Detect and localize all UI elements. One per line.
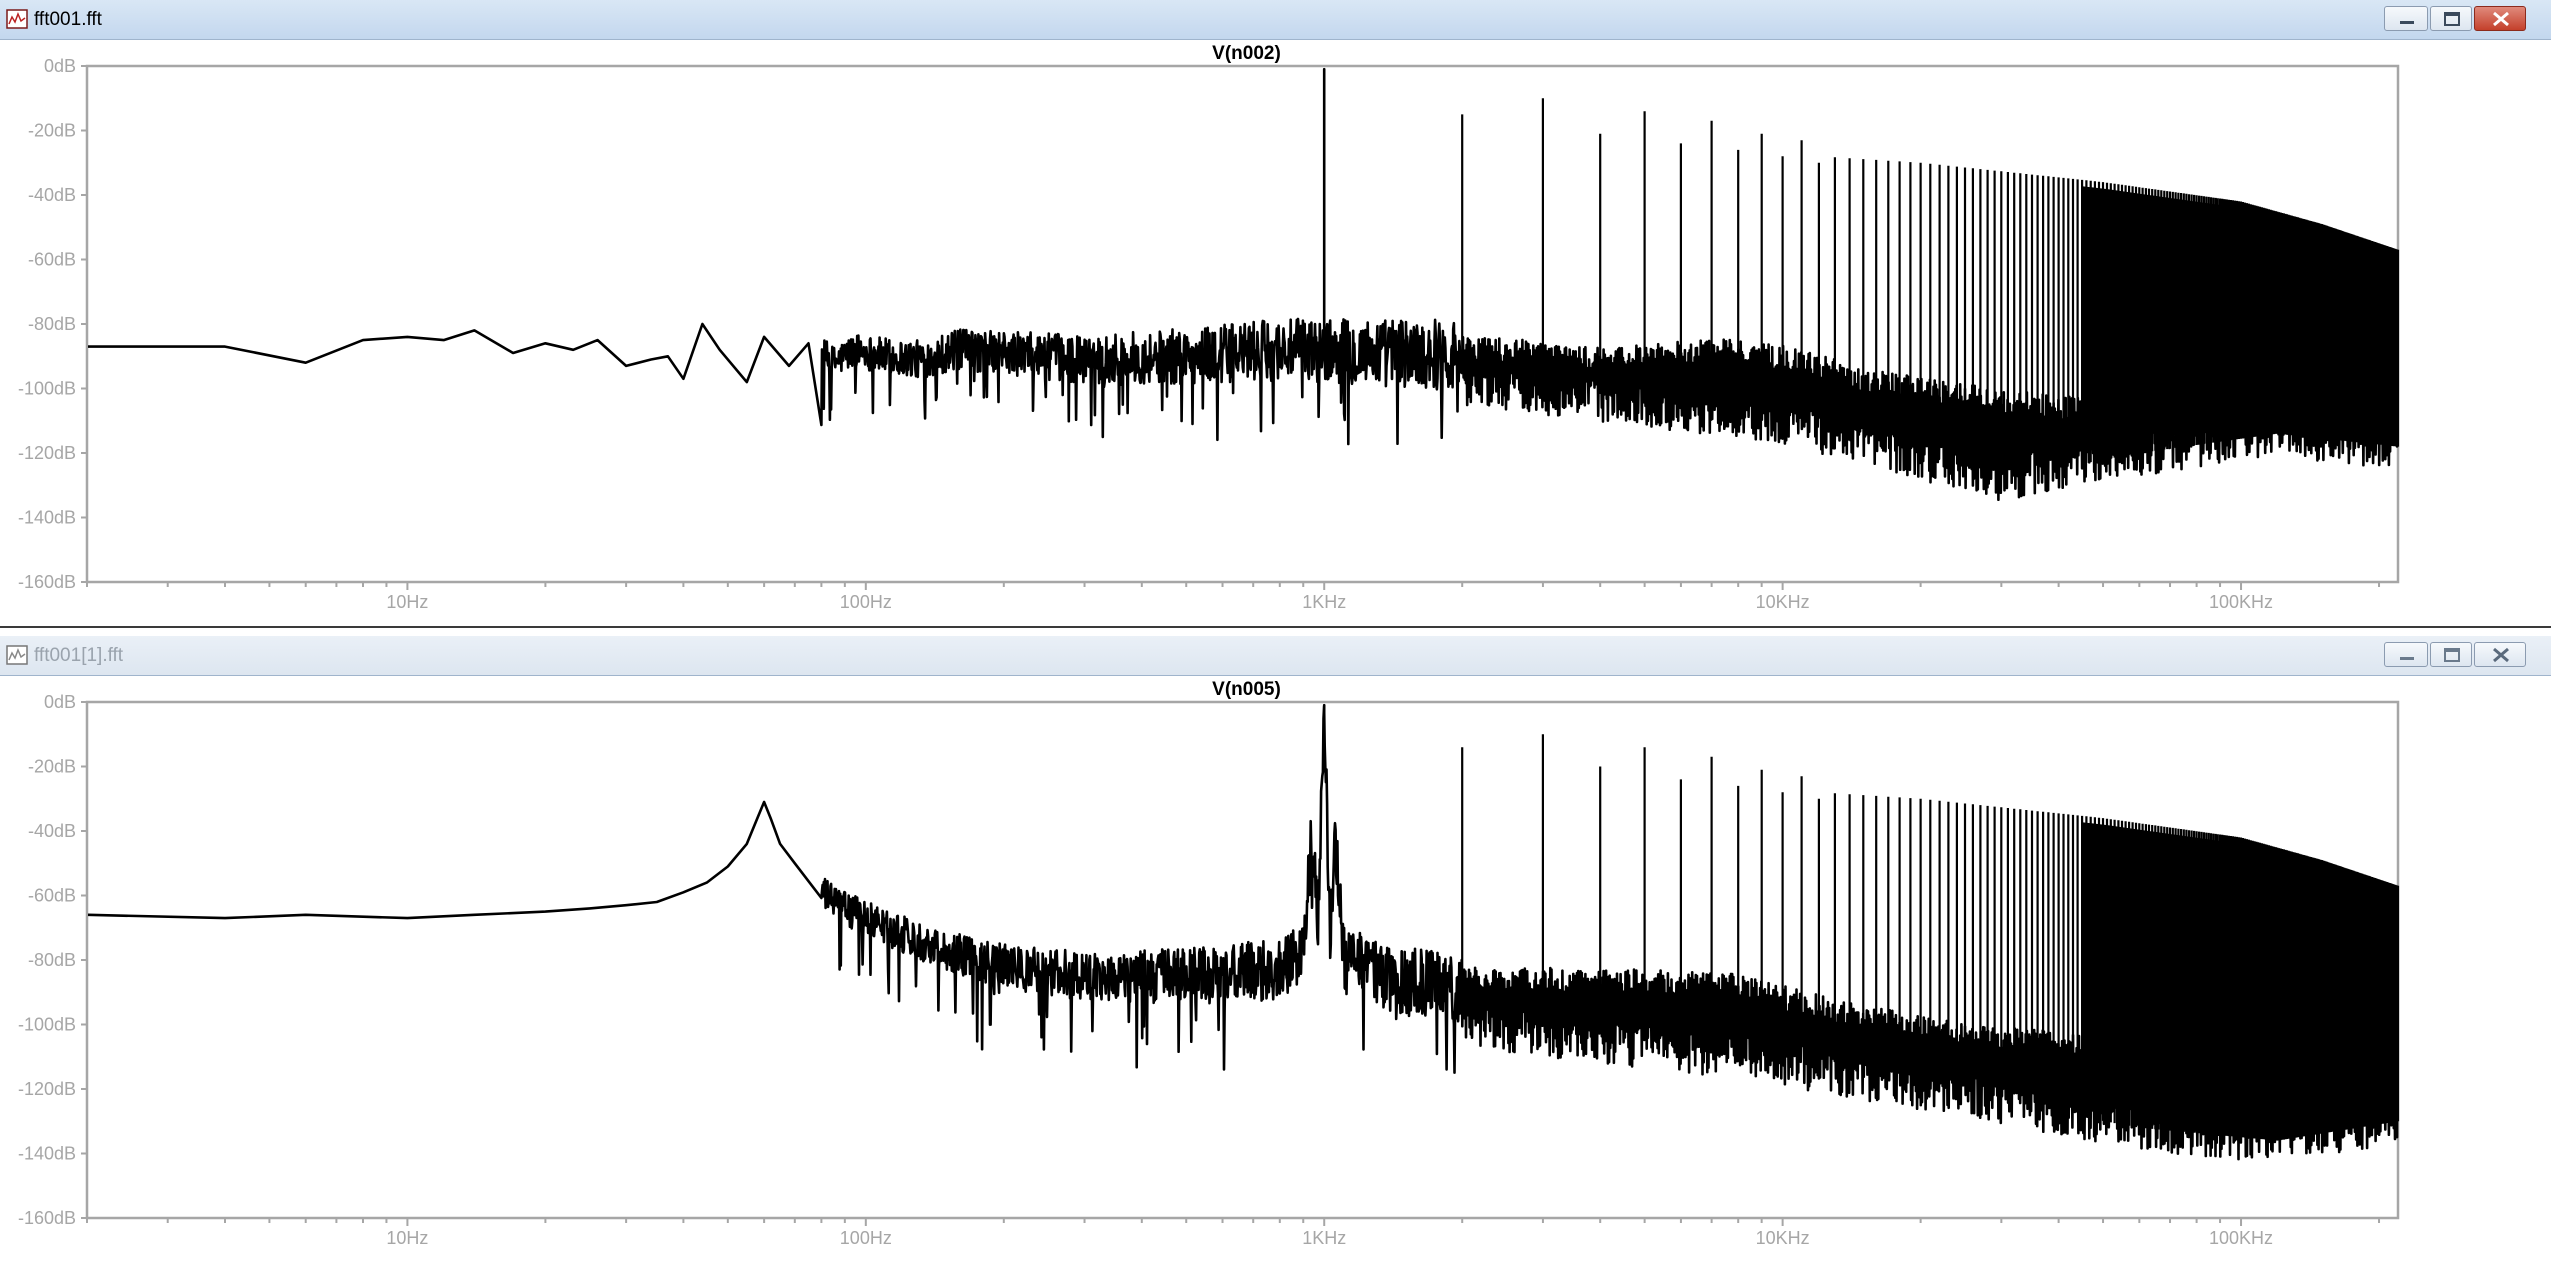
x-tick-label: 10KHz xyxy=(1756,1228,1810,1248)
y-tick-label: 0dB xyxy=(44,56,76,76)
window-title: fft001[1].fft xyxy=(34,645,124,666)
dense-spectrum-block xyxy=(2082,822,2397,1122)
y-tick-label: -160dB xyxy=(18,572,76,592)
maximize-button[interactable] xyxy=(2430,6,2472,31)
plot-title: V(n002) xyxy=(1212,43,1281,64)
plot-window-1: fft001.fft V(n002) 0dB -20dB -40dB -60dB -80d… xyxy=(0,0,2551,628)
close-icon xyxy=(2493,11,2509,27)
close-button[interactable] xyxy=(2474,642,2526,667)
y-tick-label: -40dB xyxy=(28,821,76,841)
x-tick-label: 100Hz xyxy=(840,592,892,612)
title-bar[interactable]: fft001.fft xyxy=(0,0,2551,40)
close-icon xyxy=(2493,647,2509,663)
window-title: fft001.fft xyxy=(34,9,102,30)
y-tick-label: -100dB xyxy=(18,379,76,399)
fft-plot-n002[interactable]: V(n002) 0dB -20dB -40dB -60dB -80dB -100dB -120… xyxy=(0,40,2551,628)
y-tick-label: -140dB xyxy=(18,508,76,528)
y-tick-label: -120dB xyxy=(18,1079,76,1099)
y-tick-label: -20dB xyxy=(28,757,76,777)
title-bar[interactable]: fft001[1].fft xyxy=(0,636,2551,676)
minimize-button[interactable] xyxy=(2384,6,2428,31)
y-tick-label: 0dB xyxy=(44,692,76,712)
maximize-icon xyxy=(2444,648,2460,662)
waveform-app-icon xyxy=(6,645,28,665)
waveform-app-icon xyxy=(6,9,28,29)
y-tick-label: -120dB xyxy=(18,443,76,463)
dense-spectrum-block xyxy=(2082,186,2397,445)
y-tick-label: -80dB xyxy=(28,314,76,334)
y-tick-label: -100dB xyxy=(18,1015,76,1035)
minimize-icon xyxy=(2400,21,2414,24)
y-tick-label: -140dB xyxy=(18,1144,76,1164)
x-tick-label: 10Hz xyxy=(386,1228,428,1248)
y-tick-label: -160dB xyxy=(18,1208,76,1228)
plot-window-2: fft001[1].fft V(n005) 0dB -20dB -40dB -60dB -… xyxy=(0,636,2551,1263)
plot-frame xyxy=(85,64,2400,584)
maximize-icon xyxy=(2444,12,2460,26)
minimize-icon xyxy=(2400,657,2414,660)
x-tick-label: 10KHz xyxy=(1756,592,1810,612)
close-button[interactable] xyxy=(2474,6,2526,31)
fft-plot-n005[interactable]: V(n005) 0dB -20dB -40dB -60dB -80dB -100dB -120… xyxy=(0,676,2551,1263)
y-tick-label: -80dB xyxy=(28,950,76,970)
fft-trace xyxy=(88,67,2399,501)
x-tick-label: 1KHz xyxy=(1302,592,1346,612)
x-tick-label: 100KHz xyxy=(2209,592,2273,612)
plot-title: V(n005) xyxy=(1212,679,1281,700)
fft-trace xyxy=(87,703,2399,1161)
maximize-button[interactable] xyxy=(2430,642,2472,667)
x-tick-label: 1KHz xyxy=(1302,1228,1346,1248)
x-tick-label: 100KHz xyxy=(2209,1228,2273,1248)
y-tick-label: -40dB xyxy=(28,185,76,205)
y-tick-label: -60dB xyxy=(28,886,76,906)
y-tick-label: -20dB xyxy=(28,121,76,141)
x-tick-label: 100Hz xyxy=(840,1228,892,1248)
minimize-button[interactable] xyxy=(2384,642,2428,667)
y-tick-label: -60dB xyxy=(28,250,76,270)
x-tick-label: 10Hz xyxy=(386,592,428,612)
